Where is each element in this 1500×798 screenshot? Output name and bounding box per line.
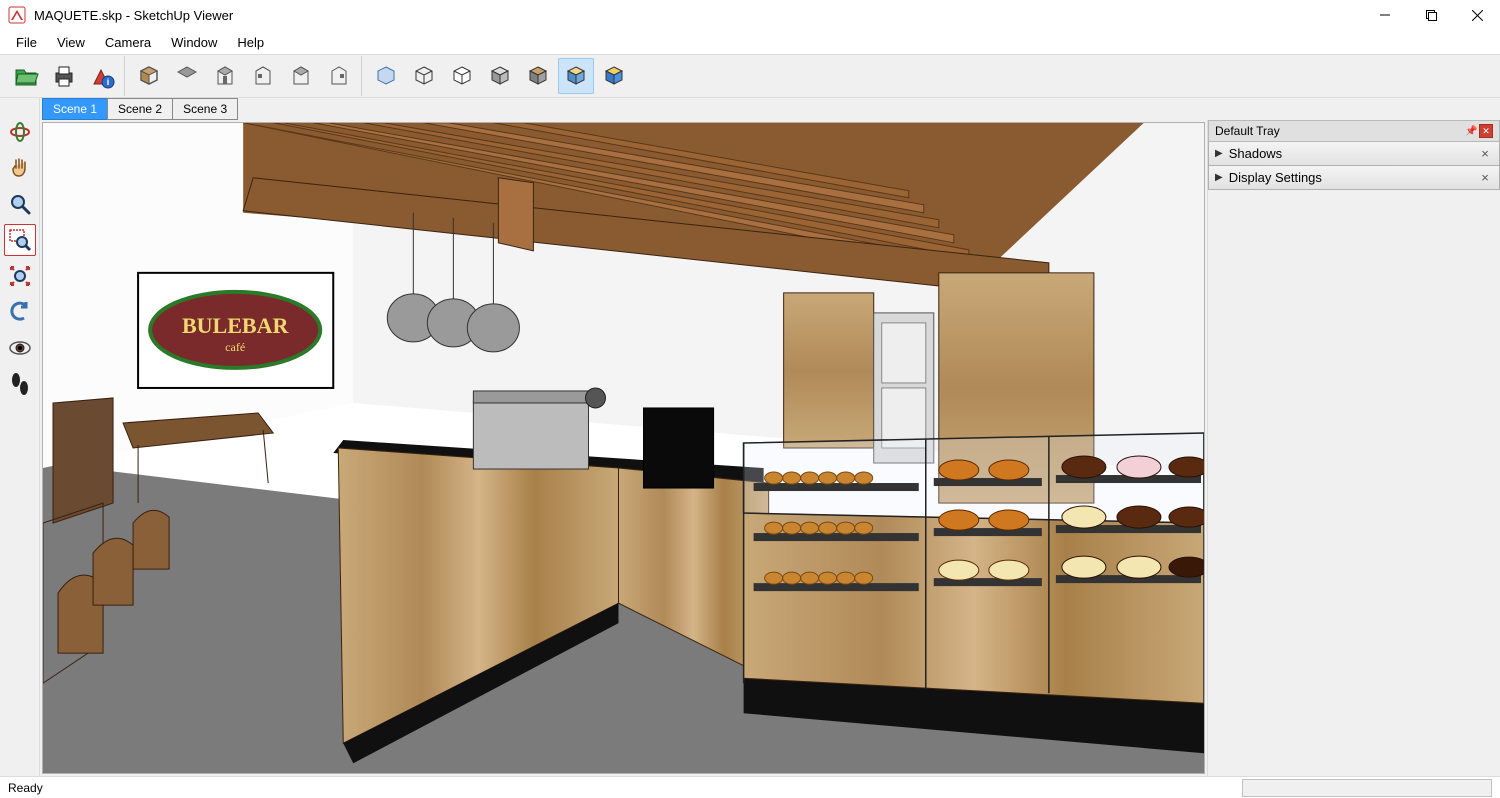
orbit-tool-icon[interactable] — [4, 116, 36, 148]
zoom-extents-tool-icon[interactable] — [4, 260, 36, 292]
xray-style-icon[interactable] — [368, 58, 404, 94]
panel-section-shadows[interactable]: ▶ Shadows × — [1208, 142, 1500, 166]
maximize-button[interactable] — [1408, 0, 1454, 30]
color-by-layer-icon[interactable] — [596, 58, 632, 94]
model-info-icon[interactable]: i — [84, 58, 120, 94]
print-icon[interactable] — [46, 58, 82, 94]
close-tray-icon[interactable]: ✕ — [1479, 124, 1493, 138]
status-bar: Ready — [0, 776, 1500, 798]
menu-window[interactable]: Window — [161, 32, 227, 53]
pan-tool-icon[interactable] — [4, 152, 36, 184]
svg-text:café: café — [225, 340, 245, 354]
look-around-tool-icon[interactable] — [4, 332, 36, 364]
top-view-icon[interactable] — [169, 58, 205, 94]
minimize-button[interactable] — [1362, 0, 1408, 30]
scene-tab-3[interactable]: Scene 3 — [172, 98, 238, 120]
shaded-style-icon[interactable] — [482, 58, 518, 94]
zoom-window-tool-icon[interactable] — [4, 224, 36, 256]
measurements-box[interactable] — [1242, 779, 1492, 797]
menu-bar: File View Camera Window Help — [0, 30, 1500, 54]
app-icon — [8, 6, 26, 24]
main-toolbar: i — [0, 54, 1500, 98]
panel-section-close-icon[interactable]: × — [1477, 170, 1493, 186]
menu-view[interactable]: View — [47, 32, 95, 53]
panel-section-label: Display Settings — [1229, 170, 1471, 185]
pin-icon[interactable]: 📌 — [1465, 126, 1477, 137]
iso-view-icon[interactable] — [131, 58, 167, 94]
menu-camera[interactable]: Camera — [95, 32, 161, 53]
zoom-tool-icon[interactable] — [4, 188, 36, 220]
back-view-icon[interactable] — [283, 58, 319, 94]
panel-section-label: Shadows — [1229, 146, 1471, 161]
walk-tool-icon[interactable] — [4, 368, 36, 400]
menu-file[interactable]: File — [6, 32, 47, 53]
window-controls — [1362, 0, 1500, 30]
navigation-toolbar — [0, 98, 40, 776]
panel-section-close-icon[interactable]: × — [1477, 146, 1493, 162]
wireframe-style-icon[interactable] — [406, 58, 442, 94]
status-text: Ready — [8, 781, 1242, 795]
toolbar-group-views — [127, 56, 362, 96]
svg-text:BULEBAR: BULEBAR — [182, 313, 289, 338]
tray-title: Default Tray — [1215, 124, 1465, 138]
toolbar-group-styles — [364, 56, 636, 96]
workspace: Scene 1 Scene 2 Scene 3 — [0, 98, 1500, 776]
tray-header[interactable]: Default Tray 📌 ✕ — [1208, 120, 1500, 142]
window-title: MAQUETE.skp - SketchUp Viewer — [34, 8, 1362, 23]
shaded-textures-style-icon[interactable] — [520, 58, 556, 94]
scene-tabs: Scene 1 Scene 2 Scene 3 — [40, 98, 1207, 120]
toolbar-group-file: i — [4, 56, 125, 96]
open-file-icon[interactable] — [8, 58, 44, 94]
center-area: Scene 1 Scene 2 Scene 3 — [40, 98, 1207, 776]
monochrome-style-icon[interactable] — [558, 58, 594, 94]
svg-text:i: i — [107, 77, 110, 87]
title-bar: MAQUETE.skp - SketchUp Viewer — [0, 0, 1500, 30]
chevron-right-icon: ▶ — [1215, 148, 1223, 159]
left-view-icon[interactable] — [321, 58, 357, 94]
chevron-right-icon: ▶ — [1215, 172, 1223, 183]
front-view-icon[interactable] — [207, 58, 243, 94]
menu-help[interactable]: Help — [227, 32, 274, 53]
close-button[interactable] — [1454, 0, 1500, 30]
right-view-icon[interactable] — [245, 58, 281, 94]
scene-tab-1[interactable]: Scene 1 — [42, 98, 108, 120]
scene-tab-2[interactable]: Scene 2 — [107, 98, 173, 120]
default-tray: Default Tray 📌 ✕ ▶ Shadows × ▶ Display S… — [1207, 120, 1500, 776]
model-viewport[interactable]: BULEBAR café — [42, 122, 1205, 774]
previous-view-tool-icon[interactable] — [4, 296, 36, 328]
hidden-line-style-icon[interactable] — [444, 58, 480, 94]
panel-section-display-settings[interactable]: ▶ Display Settings × — [1208, 166, 1500, 190]
